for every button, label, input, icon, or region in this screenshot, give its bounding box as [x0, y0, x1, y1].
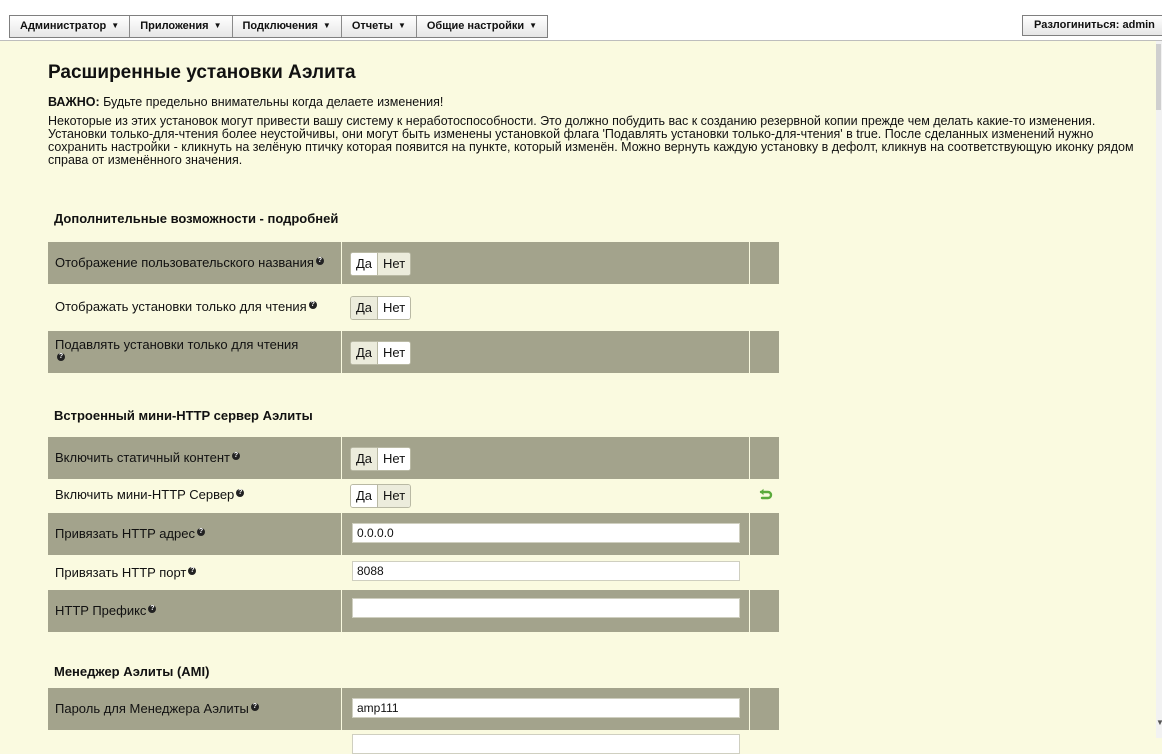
column-divider: [749, 437, 750, 479]
setting-label-text: Включить статичный контент: [55, 450, 230, 465]
scrollbar-thumb[interactable]: [1156, 44, 1161, 110]
setting-row-show-custom-name: Отображение пользовательского названия? …: [48, 242, 779, 285]
yes-no-toggle: Да Нет: [350, 252, 412, 276]
toggle-yes[interactable]: Да: [351, 485, 379, 507]
help-icon[interactable]: ?: [231, 451, 240, 460]
scrollbar-track[interactable]: [1156, 41, 1162, 738]
help-icon[interactable]: ?: [250, 702, 259, 711]
setting-row-ami-password: Пароль для Менеджера Аэлиты? amp111: [48, 688, 779, 731]
setting-row-http-address: Привязать HTTP адрес? 0.0.0.0: [48, 513, 779, 556]
menu-label: Подключения: [242, 20, 318, 32]
menu-applications[interactable]: Приложения ▼: [130, 16, 233, 37]
column-divider: [341, 242, 342, 284]
help-icon[interactable]: ?: [196, 527, 205, 536]
menu-label: Приложения: [140, 20, 209, 32]
setting-label: Включить мини-HTTP Сервер?: [55, 474, 335, 516]
setting-row-http-port: Привязать HTTP порт? 8088: [48, 552, 779, 594]
column-divider: [749, 242, 750, 284]
column-divider: [341, 437, 342, 479]
toggle-yes[interactable]: Да: [351, 342, 379, 364]
http-address-input[interactable]: 0.0.0.0: [352, 523, 740, 543]
help-icon[interactable]: ?: [236, 488, 245, 497]
column-divider: [749, 513, 750, 555]
setting-label-text: Привязать HTTP порт: [55, 565, 187, 580]
menu-label: Отчеты: [351, 20, 393, 32]
setting-row-show-readonly: Отображать установки только для чтения? …: [48, 286, 779, 328]
toggle-no[interactable]: Нет: [378, 297, 411, 319]
toggle-no[interactable]: Нет: [378, 253, 411, 275]
next-setting-input[interactable]: [352, 734, 740, 754]
toggle-yes[interactable]: Да: [351, 253, 379, 275]
scroll-down-arrow-icon[interactable]: ▼: [1156, 718, 1162, 727]
setting-label-text: Пароль для Менеджера Аэлиты: [55, 701, 249, 716]
setting-label-text: Привязать HTTP адрес: [55, 526, 195, 541]
caret-down-icon: ▼: [322, 21, 331, 30]
setting-row-enable-http-server: Включить мини-HTTP Сервер? Да Нет: [48, 474, 779, 516]
caret-down-icon: ▼: [213, 21, 222, 30]
setting-label-text: Включить мини-HTTP Сервер: [55, 487, 235, 502]
yes-no-toggle: Да Нет: [350, 341, 412, 365]
yes-no-toggle: Да Нет: [350, 296, 412, 320]
setting-label: Отображение пользовательского названия?: [55, 242, 335, 284]
caret-down-icon: ▼: [529, 21, 538, 30]
menu-label: Администратор: [20, 20, 107, 32]
warning-message: Будьте предельно внимательны когда делае…: [99, 95, 444, 109]
intro-paragraph: Некоторые из этих установок могут привес…: [48, 114, 1134, 167]
warning-text: ВАЖНО: Будьте предельно внимательны когд…: [48, 95, 443, 109]
setting-label-text: Подавлять установки только для чтения: [55, 337, 299, 352]
http-prefix-input[interactable]: [352, 598, 740, 618]
http-port-input[interactable]: 8088: [352, 561, 740, 581]
menu-connections[interactable]: Подключения ▼: [232, 16, 342, 37]
setting-label-text: Отображение пользовательского названия: [55, 255, 314, 270]
setting-label-text: HTTP Префикс: [55, 603, 147, 618]
setting-row-http-prefix: HTTP Префикс?: [48, 590, 779, 633]
warning-label: ВАЖНО:: [48, 95, 100, 109]
column-divider: [341, 688, 342, 730]
column-divider: [749, 590, 750, 632]
setting-label: Привязать HTTP порт?: [55, 552, 335, 594]
logout-button[interactable]: Разлогиниться: admin: [1022, 15, 1162, 36]
help-icon[interactable]: ?: [308, 300, 317, 309]
page-title: Расширенные установки Аэлита: [48, 62, 356, 83]
toggle-yes[interactable]: Да: [351, 448, 379, 470]
setting-label: Пароль для Менеджера Аэлиты?: [55, 688, 335, 730]
help-icon[interactable]: ?: [148, 604, 157, 613]
toggle-no[interactable]: Нет: [378, 485, 411, 507]
setting-label: Включить статичный контент?: [55, 437, 335, 479]
help-icon[interactable]: ?: [57, 352, 65, 361]
main-menu: Администратор ▼ Приложения ▼ Подключения ▼ …: [9, 15, 549, 38]
menu-reports[interactable]: Отчеты ▼: [341, 16, 417, 37]
help-icon[interactable]: ?: [188, 566, 197, 575]
section-title-ami: Менеджер Аэлиты (AMI): [54, 664, 210, 679]
toggle-yes[interactable]: Да: [351, 297, 379, 319]
top-menu-bar: Администратор ▼ Приложения ▼ Подключения ▼ …: [0, 0, 1162, 41]
undo-icon[interactable]: [759, 487, 773, 501]
yes-no-toggle: Да Нет: [350, 447, 412, 471]
column-divider: [749, 331, 750, 373]
setting-label: Отображать установки только для чтения?: [55, 286, 335, 328]
caret-down-icon: ▼: [111, 21, 120, 30]
menu-label: Общие настройки: [426, 20, 525, 32]
toggle-no[interactable]: Нет: [378, 342, 411, 364]
help-icon[interactable]: ?: [315, 256, 324, 265]
setting-label: Привязать HTTP адрес?: [55, 513, 335, 555]
column-divider: [749, 688, 750, 730]
section-title-advanced: Дополнительные возможности - подробней: [54, 211, 339, 226]
yes-no-toggle: Да Нет: [350, 484, 412, 508]
column-divider: [341, 513, 342, 555]
setting-label: Подавлять установки только для чтения?: [55, 331, 335, 373]
ami-password-input[interactable]: amp111: [352, 698, 740, 718]
section-title-http-server: Встроенный мини-HTTP сервер Аэлиты: [54, 408, 313, 423]
caret-down-icon: ▼: [397, 21, 406, 30]
column-divider: [341, 331, 342, 373]
setting-label: HTTP Префикс?: [55, 590, 335, 632]
setting-row-suppress-readonly: Подавлять установки только для чтения? Д…: [48, 331, 779, 374]
column-divider: [341, 590, 342, 632]
toggle-no[interactable]: Нет: [378, 448, 411, 470]
menu-administrator[interactable]: Администратор ▼: [10, 16, 131, 37]
setting-label-text: Отображать установки только для чтения: [55, 299, 307, 314]
menu-general-settings[interactable]: Общие настройки ▼: [416, 16, 548, 37]
